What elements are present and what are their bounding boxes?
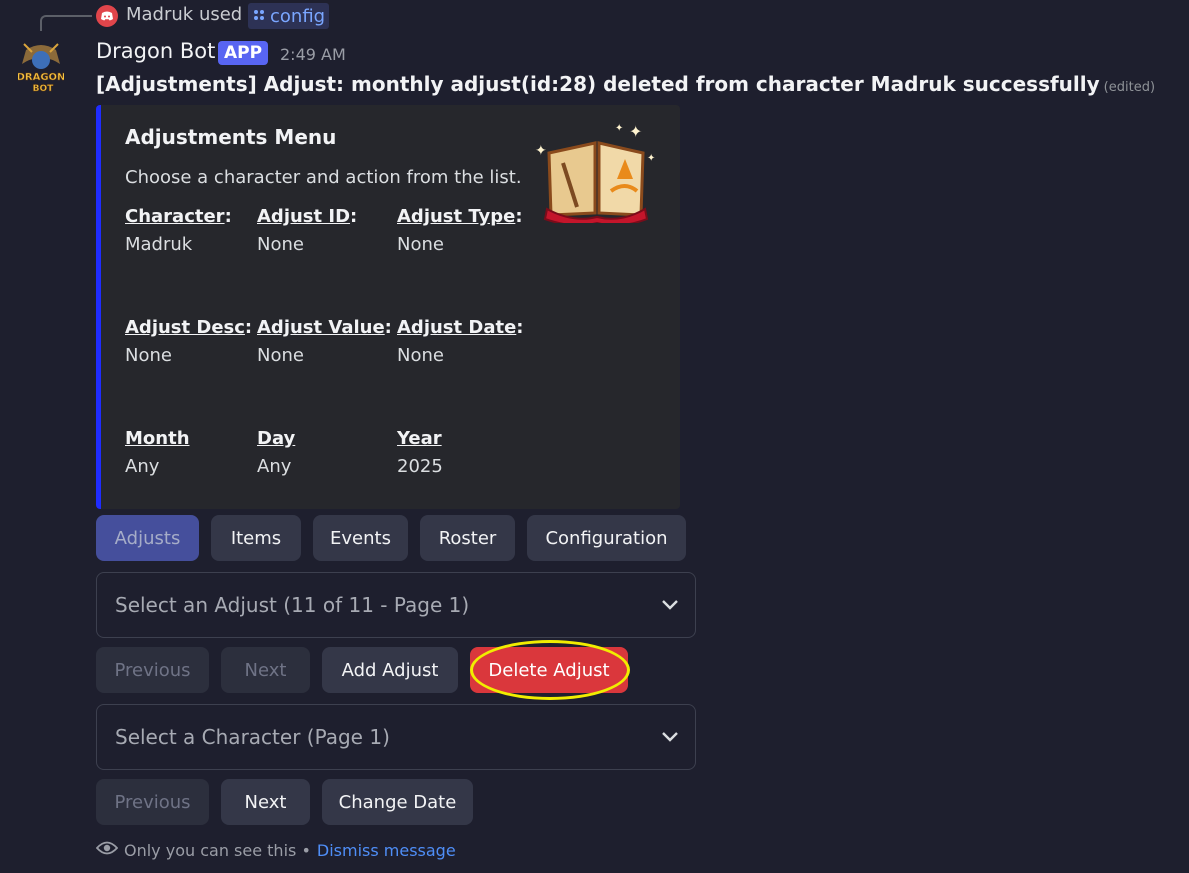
add-adjust-button[interactable]: Add Adjust	[322, 647, 458, 693]
character-next-button[interactable]: Next	[221, 779, 310, 825]
tab-events[interactable]: Events	[313, 515, 408, 561]
delete-adjust-button[interactable]: Delete Adjust	[470, 647, 628, 693]
adjust-previous-button[interactable]: Previous	[96, 647, 209, 693]
svg-text:✦: ✦	[535, 143, 547, 159]
adjust-next-button[interactable]: Next	[221, 647, 310, 693]
field-value: None	[397, 345, 444, 366]
select-adjust-placeholder: Select an Adjust (11 of 11 - Page 1)	[115, 593, 470, 617]
field-value: 2025	[397, 456, 443, 477]
discord-icon[interactable]	[96, 5, 118, 27]
svg-text:✦: ✦	[615, 123, 623, 134]
embed-field: Day Any	[257, 428, 295, 477]
field-value: Any	[125, 456, 160, 477]
field-suffix: :	[515, 206, 523, 227]
field-name: Month	[125, 428, 190, 449]
select-character-dropdown[interactable]: Select a Character (Page 1)	[96, 704, 696, 770]
field-name: Adjust ID	[257, 206, 351, 227]
chevron-down-icon	[661, 596, 679, 615]
field-value: Madruk	[125, 234, 193, 255]
embed-field: Adjust ID: None	[257, 206, 357, 255]
embed-field: Adjust Value: None	[257, 317, 392, 366]
field-value: None	[397, 234, 444, 255]
svg-text:✦: ✦	[647, 153, 655, 164]
field-name: Day	[257, 428, 296, 449]
field-value: None	[125, 345, 172, 366]
reply-connector	[40, 15, 92, 31]
svg-text:✦: ✦	[629, 122, 642, 141]
slash-command-icon	[252, 6, 266, 27]
embed-field: Month Any	[125, 428, 190, 477]
dismiss-message-link[interactable]: Dismiss message	[317, 841, 456, 860]
field-value: None	[257, 345, 304, 366]
eye-icon	[95, 840, 119, 860]
app-badge: APP	[218, 41, 269, 65]
command-mention[interactable]: config	[248, 3, 330, 29]
command-name: config	[270, 5, 326, 27]
field-name: Character	[125, 206, 225, 227]
field-suffix: :	[384, 317, 392, 338]
avatar-text-line2: BOT	[33, 84, 55, 94]
field-name: Adjust Desc	[125, 317, 245, 338]
tab-items[interactable]: Items	[211, 515, 301, 561]
chevron-down-icon	[661, 728, 679, 747]
embed-title: Adjustments Menu	[125, 125, 337, 149]
select-adjust-dropdown[interactable]: Select an Adjust (11 of 11 - Page 1)	[96, 572, 696, 638]
message-content: [Adjustments] Adjust: monthly adjust(id:…	[96, 72, 1155, 96]
ephemeral-text: Only you can see this •	[124, 840, 311, 860]
change-date-button[interactable]: Change Date	[322, 779, 473, 825]
field-name: Adjust Value	[257, 317, 385, 338]
embed-field: Adjust Desc: None	[125, 317, 252, 366]
tab-roster[interactable]: Roster	[420, 515, 515, 561]
embed-field: Character: Madruk	[125, 206, 232, 255]
character-previous-button[interactable]: Previous	[96, 779, 209, 825]
embed-field: Adjust Type: None	[397, 206, 523, 255]
field-value: None	[257, 234, 304, 255]
embed-field: Year 2025	[397, 428, 443, 477]
author-name[interactable]: Dragon Bot	[96, 39, 215, 63]
bot-avatar[interactable]: DRAGON BOT	[16, 42, 66, 100]
ephemeral-notice: Only you can see this • Dismiss message	[95, 840, 456, 860]
spellbook-thumbnail[interactable]: ✦ ✦ ✦ ✦	[533, 119, 665, 227]
tab-configuration[interactable]: Configuration	[527, 515, 686, 561]
reply-user-text[interactable]: Madruk used	[126, 4, 242, 25]
edited-label: (edited)	[1103, 80, 1156, 95]
embed-card: Adjustments Menu Choose a character and …	[96, 105, 680, 509]
avatar-text-line1: DRAGON	[18, 72, 64, 83]
embed-field: Adjust Date: None	[397, 317, 524, 366]
field-name: Adjust Type	[397, 206, 516, 227]
message-timestamp[interactable]: 2:49 AM	[280, 45, 346, 64]
field-value: Any	[257, 456, 292, 477]
select-character-placeholder: Select a Character (Page 1)	[115, 725, 390, 749]
tab-adjusts[interactable]: Adjusts	[96, 515, 199, 561]
field-suffix: :	[244, 317, 253, 338]
field-name: Year	[397, 428, 442, 449]
field-suffix: :	[516, 317, 524, 338]
field-suffix: :	[350, 206, 358, 227]
message-text: [Adjustments] Adjust: monthly adjust(id:…	[96, 72, 1100, 96]
embed-description: Choose a character and action from the l…	[125, 167, 522, 188]
field-suffix: :	[224, 206, 232, 227]
field-name: Adjust Date	[397, 317, 517, 338]
